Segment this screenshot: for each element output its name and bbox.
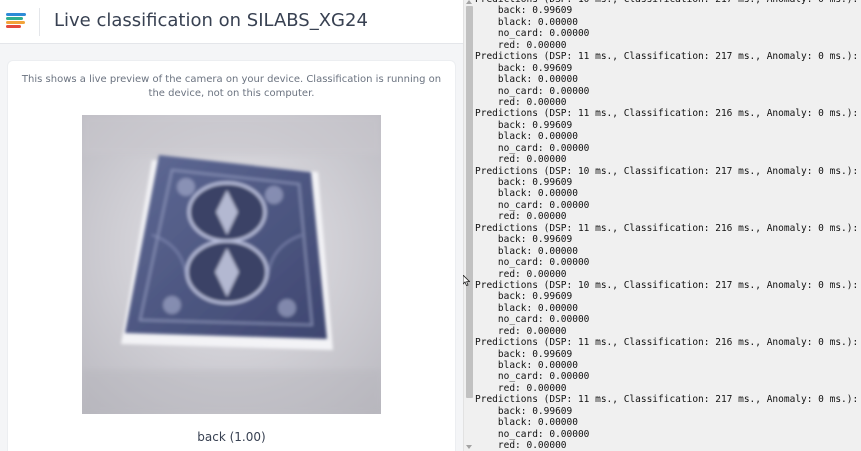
- terminal-line: no_card: 0.00000: [475, 257, 590, 269]
- terminal-line: back: 0.99609: [475, 119, 573, 131]
- terminal-line: black: 0.00000: [475, 188, 578, 200]
- terminal-line: no_card: 0.00000: [475, 428, 590, 440]
- camera-preview-image: [82, 115, 381, 414]
- terminal-line: Predictions (DSP: 11 ms., Classification…: [475, 51, 859, 63]
- terminal-line: red: 0.00000: [475, 154, 567, 166]
- terminal-line: red: 0.00000: [475, 96, 567, 108]
- terminal-line: red: 0.00000: [475, 39, 567, 51]
- terminal-line: no_card: 0.00000: [475, 199, 590, 211]
- studio-panel: Live classification on SILABS_XG24 This …: [0, 0, 463, 451]
- terminal-line: Predictions (DSP: 11 ms., Classification…: [475, 222, 859, 234]
- terminal-line: back: 0.99609: [475, 5, 573, 17]
- terminal-line: red: 0.00000: [475, 440, 567, 451]
- terminal-line: Predictions (DSP: 11 ms., Classification…: [475, 337, 859, 349]
- terminal-line: Predictions (DSP: 11 ms., Classification…: [475, 108, 859, 120]
- terminal-output: Predictions (DSP: 10 ms., Classification…: [475, 0, 858, 451]
- terminal-line: back: 0.99609: [475, 348, 573, 360]
- terminal-line: black: 0.00000: [475, 417, 578, 429]
- page-title: Live classification on SILABS_XG24: [54, 10, 368, 31]
- mouse-cursor-icon: [463, 275, 470, 286]
- terminal-line: back: 0.99609: [475, 291, 573, 303]
- terminal-line: red: 0.00000: [475, 268, 567, 280]
- terminal-line: red: 0.00000: [475, 325, 567, 337]
- terminal-line: red: 0.00000: [475, 382, 567, 394]
- terminal-line: red: 0.00000: [475, 211, 567, 223]
- terminal-line: no_card: 0.00000: [475, 371, 590, 383]
- terminal-line: Predictions (DSP: 10 ms., Classification…: [475, 165, 859, 177]
- terminal-line: black: 0.00000: [475, 360, 578, 371]
- stacked-bars-logo-icon: [6, 13, 26, 29]
- terminal-line: black: 0.00000: [475, 245, 578, 257]
- terminal-line: back: 0.99609: [475, 234, 573, 246]
- serial-output-terminal[interactable]: Predictions (DSP: 10 ms., Classification…: [475, 0, 861, 451]
- classification-result: back (1.00): [197, 430, 266, 444]
- scroll-down-arrow-icon[interactable]: [466, 445, 472, 449]
- terminal-line: black: 0.00000: [475, 131, 578, 143]
- terminal-line: no_card: 0.00000: [475, 142, 590, 154]
- terminal-line: no_card: 0.00000: [475, 28, 590, 40]
- terminal-line: black: 0.00000: [475, 74, 578, 86]
- terminal-line: back: 0.99609: [475, 177, 573, 188]
- terminal-line: no_card: 0.00000: [475, 314, 590, 326]
- terminal-line: Predictions (DSP: 11 ms., Classification…: [475, 394, 859, 406]
- scrollbar-thumb[interactable]: [466, 6, 473, 398]
- terminal-line: Predictions (DSP: 10 ms., Classification…: [475, 279, 859, 291]
- terminal-line: black: 0.00000: [475, 16, 578, 28]
- terminal-line: no_card: 0.00000: [475, 85, 590, 97]
- terminal-line: back: 0.99609: [475, 62, 573, 74]
- vertical-scrollbar[interactable]: [463, 0, 475, 451]
- live-preview-card: This shows a live preview of the camera …: [7, 60, 456, 451]
- header-bar: Live classification on SILABS_XG24: [0, 0, 463, 44]
- scroll-up-arrow-icon[interactable]: [466, 0, 472, 4]
- terminal-line: back: 0.99609: [475, 405, 573, 417]
- header-divider: [39, 8, 40, 36]
- terminal-line: black: 0.00000: [475, 302, 578, 314]
- preview-description: This shows a live preview of the camera …: [21, 74, 442, 99]
